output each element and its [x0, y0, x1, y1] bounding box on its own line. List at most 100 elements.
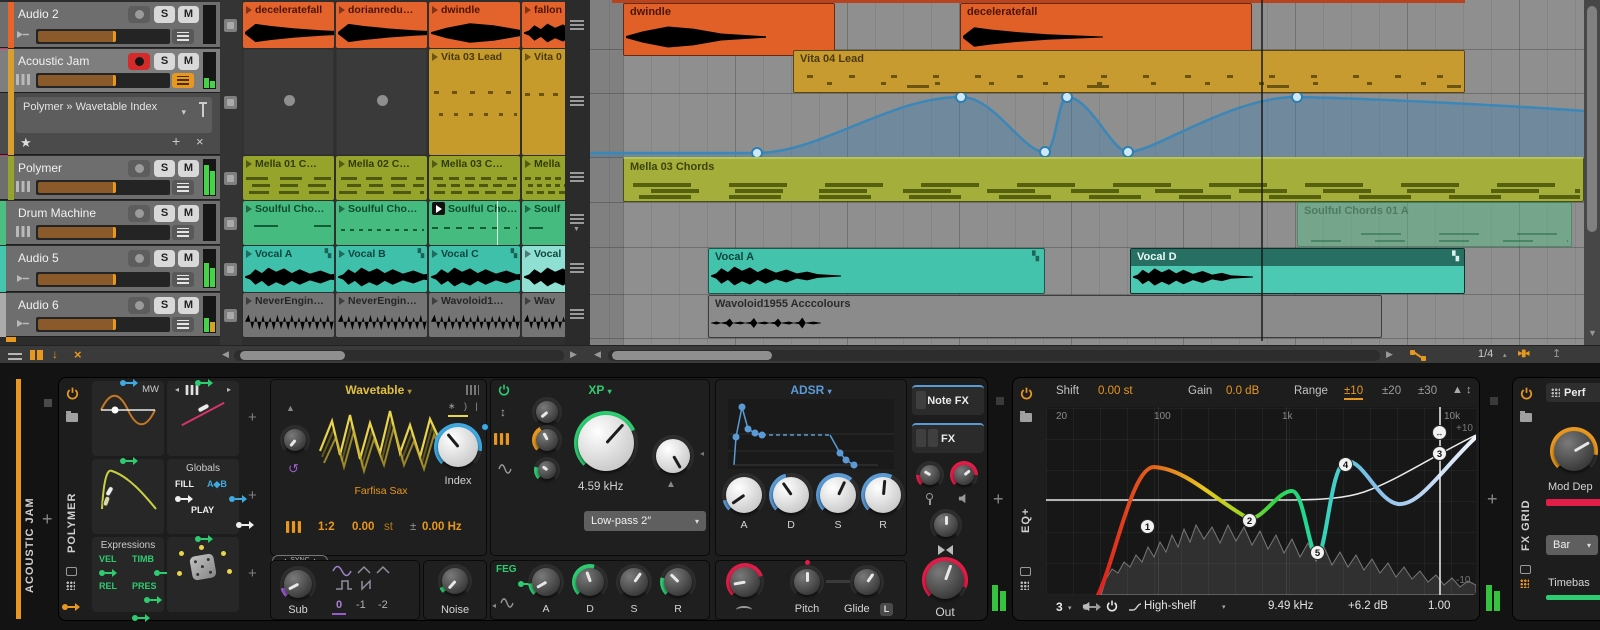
device-power-icon[interactable]	[1020, 387, 1033, 400]
sub-clips-icon[interactable]	[570, 263, 584, 273]
mixer-strips-icon[interactable]	[8, 350, 22, 360]
mod-globals-tile[interactable]: Globals FILL A◆B PLAY	[167, 459, 254, 534]
record-arm-button[interactable]	[128, 205, 150, 222]
track-menu-button[interactable]	[172, 29, 194, 44]
solo-button[interactable]: S	[154, 250, 175, 267]
clip-play-icon[interactable]	[246, 5, 252, 14]
arranger-clip-deceleratefall[interactable]: deceleratefall	[960, 3, 1252, 56]
zoom-vertical-icon[interactable]: ↕	[1466, 384, 1472, 396]
volume-fader[interactable]	[36, 29, 170, 44]
range-20-button[interactable]: ±20	[1382, 385, 1401, 397]
oscillator-type-selector[interactable]: Wavetable ▾	[270, 383, 487, 397]
record-arm-button[interactable]	[128, 53, 150, 70]
launcher-clip[interactable]: Vita 0	[522, 49, 565, 155]
device-power-icon[interactable]	[66, 387, 79, 400]
volume-fader[interactable]	[36, 225, 170, 240]
wavetable-index-knob[interactable]	[434, 423, 482, 471]
grid-resolution-chevron[interactable]: ▴	[1503, 351, 1507, 359]
mod-route-arrow[interactable]	[120, 456, 138, 466]
env-type-selector[interactable]: ADSR ▾	[715, 383, 907, 397]
launcher-clip[interactable]: Vocal C ▚	[429, 246, 520, 292]
launcher-clip[interactable]: dwindle	[429, 2, 520, 48]
layout-icon[interactable]	[30, 350, 43, 360]
add-modulator-button[interactable]: +	[248, 487, 257, 504]
filter-drive-knob[interactable]	[532, 397, 562, 427]
add-modulator-button[interactable]: +	[248, 409, 257, 426]
track-header-audio-2[interactable]: Audio 2 S M	[0, 2, 220, 48]
spread-knob[interactable]	[930, 509, 962, 541]
filter-power-icon[interactable]	[498, 384, 510, 396]
automation-favorite-icon[interactable]: ★	[20, 135, 36, 151]
mod-route-arrow[interactable]	[120, 378, 138, 388]
mod-route-arrow[interactable]	[132, 613, 150, 623]
eq-band-2-handle[interactable]: 2	[1242, 513, 1257, 528]
add-modulator-button[interactable]: +	[248, 565, 257, 582]
record-arm-button[interactable]	[128, 250, 150, 267]
track-menu-button[interactable]	[172, 225, 194, 240]
launcher-clip[interactable]: Mella 02 C…	[336, 156, 427, 200]
scroll-right-icon[interactable]: ▶	[570, 349, 577, 360]
env-attack-knob[interactable]	[722, 473, 766, 517]
collapse-square[interactable]	[1490, 397, 1498, 405]
launcher-clip-selected[interactable]: Vocal	[522, 246, 565, 292]
collapse-square[interactable]	[44, 399, 52, 407]
mod-route-arrow[interactable]	[229, 494, 248, 504]
gain-value[interactable]: 0.0 dB	[1226, 385, 1259, 397]
track-menu-button[interactable]	[172, 272, 194, 287]
scene-square-button[interactable]	[224, 217, 237, 230]
arranger-clip-vocal-a[interactable]: Vocal A ▚	[708, 248, 1045, 294]
launcher-clip[interactable]: Soulful Cho…	[429, 201, 520, 245]
osc-detune-value[interactable]: 0.00 Hz	[422, 521, 462, 533]
scrollbar-thumb[interactable]	[612, 351, 772, 360]
mod-envelope-tile[interactable]	[92, 456, 164, 534]
track-menu-button[interactable]	[172, 180, 194, 195]
launcher-clip[interactable]: fallon	[522, 2, 565, 48]
arranger-clip-vocal-d[interactable]: Vocal D ▚	[1130, 248, 1465, 294]
mute-button[interactable]: M	[178, 53, 199, 70]
solo-button[interactable]: S	[154, 160, 175, 177]
eq-band-4-handle[interactable]: 4	[1338, 457, 1353, 472]
volume-fader[interactable]	[36, 73, 170, 88]
solo-button[interactable]: S	[154, 205, 175, 222]
osc-display-icon[interactable]	[466, 385, 479, 395]
cutoff-value[interactable]: 4.59 kHz	[578, 481, 623, 493]
launcher-clip[interactable]: Soulf	[522, 201, 565, 245]
automation-curve[interactable]	[590, 93, 1584, 157]
arranger-vertical-scrollbar[interactable]: ▼	[1584, 0, 1600, 345]
mute-button[interactable]: M	[178, 205, 199, 222]
track-header-polymer[interactable]: Polymer S M	[0, 156, 220, 200]
device-grid-icon[interactable]	[66, 581, 75, 590]
close-icon[interactable]: ×	[74, 347, 82, 362]
voice-mono-knob[interactable]	[916, 461, 944, 489]
band-select-value[interactable]: 3	[1056, 600, 1063, 614]
arranger-timeline[interactable]: dwindle deceleratefall Vita 04 Lead Mell…	[590, 0, 1584, 345]
env-release-knob[interactable]	[861, 473, 905, 517]
scrollbar-thumb[interactable]	[1587, 6, 1597, 232]
eq-band-1-handle[interactable]: 1	[1140, 519, 1155, 534]
volume-fader[interactable]	[36, 180, 170, 195]
wavetable-name[interactable]: Farfisa Sax	[316, 485, 446, 497]
record-arm-button[interactable]	[128, 297, 150, 314]
retrigger-icon[interactable]: ↺	[288, 461, 299, 477]
launcher-h-scrollbar[interactable]	[234, 350, 564, 361]
filter-type-selector[interactable]: XP ▾	[510, 383, 690, 397]
glide-legato-badge[interactable]: L	[880, 603, 893, 616]
launcher-clip[interactable]: NeverEngin…	[336, 293, 427, 337]
scroll-left-icon[interactable]: ◀	[222, 349, 229, 360]
note-fx-button[interactable]: Note FX	[912, 385, 984, 415]
filter-cutoff-knob[interactable]	[574, 411, 638, 475]
sub-clips-icon[interactable]	[570, 309, 584, 319]
track-header-audio-5[interactable]: Audio 5 S M	[0, 246, 220, 292]
sub-clips-icon[interactable]	[570, 96, 584, 106]
sub-octave-0[interactable]: 0	[336, 599, 342, 611]
arranger-clip-wavoloid[interactable]: Wavoloid1955 Acccolours	[708, 295, 1382, 338]
launcher-clip[interactable]: NeverEngin…	[243, 293, 334, 337]
device-grid-icon[interactable]	[1020, 581, 1029, 590]
chevron-down-icon[interactable]: ▾	[1068, 604, 1072, 612]
band-gain-value[interactable]: +6.2 dB	[1348, 600, 1388, 612]
band-q-value[interactable]: 1.00	[1428, 600, 1450, 612]
solo-button[interactable]: S	[154, 6, 175, 23]
filter-mode-dropdown[interactable]: Low-pass 2″ ▾	[584, 511, 706, 531]
device-window-icon[interactable]	[1020, 563, 1031, 581]
mod-route-arrow[interactable]	[195, 534, 213, 544]
